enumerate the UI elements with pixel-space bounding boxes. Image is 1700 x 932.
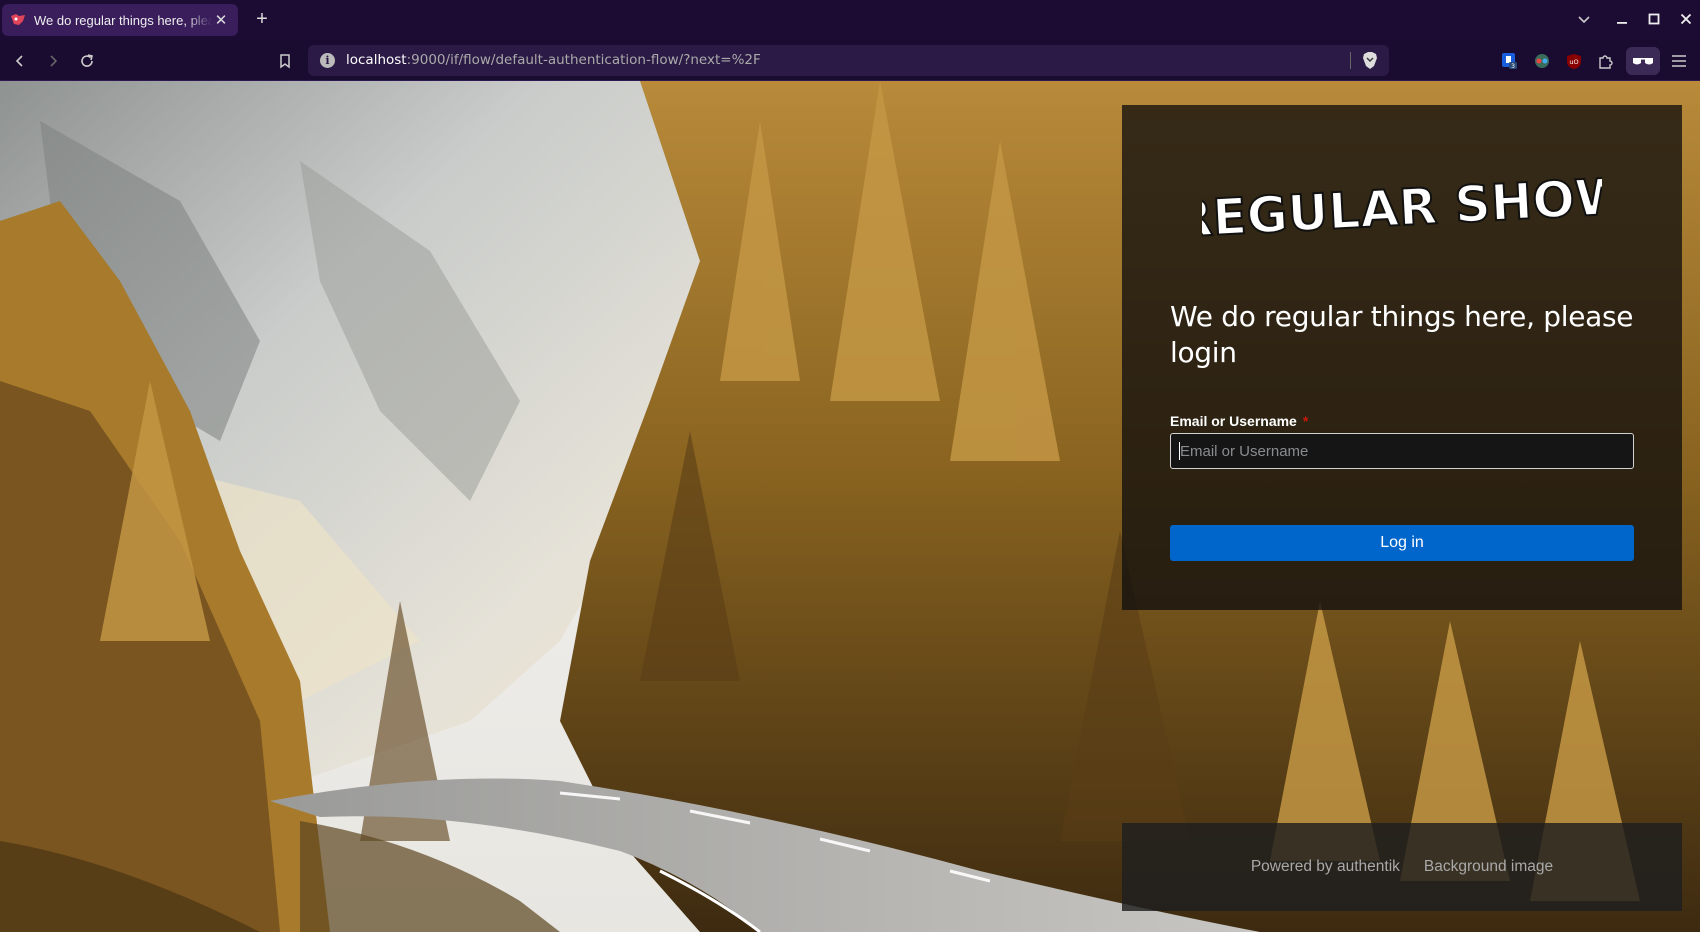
login-card: REGULAR SHOW We do regular things here, … bbox=[1122, 105, 1682, 610]
site-info-icon[interactable]: i bbox=[320, 53, 335, 68]
ublock-origin-icon[interactable]: uO bbox=[1565, 52, 1583, 70]
email-username-label: Email or Username * bbox=[1170, 413, 1309, 429]
browser-toolbar: i localhost:9000/if/flow/default-authent… bbox=[0, 40, 1700, 81]
brave-shields-icon[interactable] bbox=[1361, 51, 1379, 70]
text-caret bbox=[1179, 442, 1180, 460]
reload-icon[interactable] bbox=[74, 48, 100, 74]
bitwarden-extension-icon[interactable]: 3 bbox=[1500, 52, 1518, 70]
address-bar[interactable]: i localhost:9000/if/flow/default-authent… bbox=[308, 45, 1389, 76]
tab-title: We do regular things here, please login bbox=[34, 12, 212, 28]
url-text[interactable]: localhost:9000/if/flow/default-authentic… bbox=[346, 52, 761, 68]
glasses-extension-icon[interactable] bbox=[1533, 52, 1551, 70]
page-viewport: REGULAR SHOW We do regular things here, … bbox=[0, 81, 1700, 932]
url-divider bbox=[1350, 52, 1351, 69]
new-tab-icon[interactable]: + bbox=[251, 9, 273, 31]
svg-text:REGULAR SHOW: REGULAR SHOW bbox=[1202, 167, 1602, 247]
tab-list-chevron-icon[interactable] bbox=[1572, 8, 1596, 32]
tab-close-icon[interactable]: ✕ bbox=[212, 11, 230, 29]
page-title: We do regular things here, please login bbox=[1170, 300, 1634, 369]
forward-icon[interactable] bbox=[40, 48, 66, 74]
footer: Powered by authentik Background image bbox=[1122, 823, 1682, 911]
private-window-glasses-icon[interactable] bbox=[1626, 47, 1660, 75]
minimize-icon[interactable] bbox=[1610, 8, 1634, 32]
brand-logo: REGULAR SHOW bbox=[1202, 167, 1602, 247]
login-button[interactable]: Log in bbox=[1170, 525, 1634, 561]
email-username-input[interactable] bbox=[1170, 433, 1634, 469]
back-icon[interactable] bbox=[7, 48, 33, 74]
close-window-icon[interactable] bbox=[1674, 8, 1698, 32]
tab-bar: We do regular things here, please login … bbox=[0, 0, 1700, 40]
extensions-puzzle-icon[interactable] bbox=[1597, 52, 1615, 70]
tab-active[interactable]: We do regular things here, please login … bbox=[2, 4, 238, 36]
maximize-icon[interactable] bbox=[1642, 8, 1666, 32]
background-image-link[interactable]: Background image bbox=[1424, 858, 1553, 876]
svg-text:3: 3 bbox=[1511, 63, 1515, 70]
bookmark-icon[interactable] bbox=[272, 48, 298, 74]
powered-by-link[interactable]: Powered by authentik bbox=[1251, 858, 1400, 876]
required-marker: * bbox=[1302, 413, 1309, 429]
brave-favicon-icon bbox=[10, 12, 26, 28]
main-menu-icon[interactable] bbox=[1670, 52, 1688, 70]
svg-text:uO: uO bbox=[1569, 58, 1578, 66]
